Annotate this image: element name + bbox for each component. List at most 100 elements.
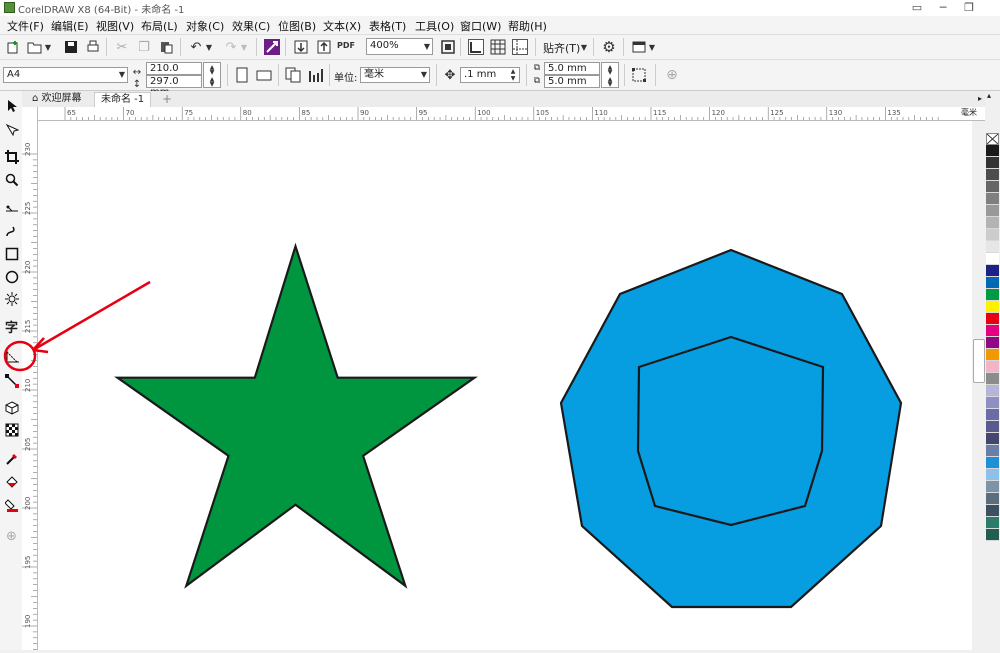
color-swatch[interactable]: [986, 529, 999, 541]
eyedropper-tool-icon[interactable]: [3, 450, 20, 467]
shape-tool-icon[interactable]: [3, 121, 20, 138]
duplicate-distance-y-field[interactable]: 5.0 mm: [544, 75, 600, 88]
vertical-scrollbar[interactable]: [972, 121, 985, 650]
color-swatch[interactable]: [986, 157, 999, 169]
color-swatch[interactable]: [986, 481, 999, 493]
search-content-icon[interactable]: [263, 38, 281, 56]
tab-untitled-1[interactable]: 未命名 -1: [94, 92, 152, 107]
show-rulers-icon[interactable]: [467, 38, 485, 56]
menu-layout[interactable]: 布局(L): [141, 18, 178, 34]
color-swatch[interactable]: [986, 421, 999, 433]
menu-object[interactable]: 对象(C): [186, 18, 224, 34]
menu-effects[interactable]: 效果(C): [232, 18, 270, 34]
undo-dropdown-icon[interactable]: ▼: [204, 38, 214, 56]
color-swatch[interactable]: [986, 325, 999, 337]
green-five-point-star[interactable]: [114, 242, 478, 589]
redo-dropdown-icon[interactable]: ▼: [239, 38, 249, 56]
freehand-tool-icon[interactable]: [3, 199, 20, 216]
landscape-orientation-icon[interactable]: [255, 66, 273, 84]
color-swatch[interactable]: [986, 469, 999, 481]
color-swatch[interactable]: [986, 241, 999, 253]
options-gear-icon[interactable]: ⚙: [600, 38, 618, 56]
menu-tools[interactable]: 工具(O): [415, 18, 454, 34]
duplicate-distance-spinner[interactable]: ▲ ▼ ▲ ▼: [601, 62, 619, 88]
scrollbar-thumb[interactable]: [973, 339, 985, 383]
color-swatch[interactable]: [986, 145, 999, 157]
rectangle-tool-icon[interactable]: [3, 245, 20, 262]
copy-icon[interactable]: ❐: [135, 38, 153, 56]
units-select[interactable]: 毫米 ▼: [360, 67, 430, 83]
color-swatch[interactable]: [986, 289, 999, 301]
application-launcher-icon[interactable]: [630, 38, 648, 56]
cut-icon[interactable]: ✂: [113, 38, 131, 56]
add-icon[interactable]: ⊕: [663, 66, 681, 84]
color-swatch[interactable]: [986, 229, 999, 241]
maximize-button[interactable]: ❐: [956, 0, 982, 16]
treat-as-filled-icon[interactable]: [630, 66, 648, 84]
color-swatch[interactable]: [986, 409, 999, 421]
new-document-icon[interactable]: [4, 38, 22, 56]
restore-icon[interactable]: ▭: [904, 0, 930, 16]
color-swatch[interactable]: [986, 193, 999, 205]
minimize-button[interactable]: ─: [930, 0, 956, 16]
color-swatch[interactable]: [986, 445, 999, 457]
drawing-canvas[interactable]: [38, 121, 985, 650]
color-swatch[interactable]: [986, 361, 999, 373]
snap-dropdown-icon[interactable]: ▼: [579, 38, 589, 56]
current-page-icon[interactable]: [307, 66, 325, 84]
all-pages-icon[interactable]: [284, 66, 302, 84]
print-icon[interactable]: [84, 38, 102, 56]
open-icon[interactable]: [26, 38, 44, 56]
color-swatch[interactable]: [986, 397, 999, 409]
snap-to-menu[interactable]: 贴齐(T): [543, 40, 580, 56]
transparency-tool-icon[interactable]: [3, 421, 20, 438]
pick-tool-icon[interactable]: [3, 97, 20, 114]
horizontal-ruler[interactable]: 65 70 75 80 85 90 95 100 105 110 115 120 125 130 135 毫…: [38, 107, 985, 121]
menu-text[interactable]: 文本(X): [323, 18, 361, 34]
color-swatch[interactable]: [986, 433, 999, 445]
paste-icon[interactable]: [157, 38, 175, 56]
open-recent-dropdown-icon[interactable]: ▼: [43, 38, 53, 56]
redo-icon[interactable]: ↷: [222, 38, 240, 56]
color-swatch[interactable]: [986, 505, 999, 517]
publish-pdf-icon[interactable]: PDF: [337, 36, 355, 54]
no-color-swatch[interactable]: [986, 133, 999, 145]
page-width-field[interactable]: 210.0 mm: [146, 62, 202, 85]
units-dropdown-icon[interactable]: ▼: [421, 68, 427, 82]
launcher-dropdown-icon[interactable]: ▼: [647, 38, 657, 56]
show-guidelines-icon[interactable]: [511, 38, 529, 56]
show-grid-icon[interactable]: [489, 38, 507, 56]
smart-fill-tool-icon[interactable]: [3, 496, 20, 513]
color-swatch[interactable]: [986, 385, 999, 397]
import-icon[interactable]: [292, 38, 310, 56]
color-swatch[interactable]: [986, 253, 999, 265]
add-tool-icon[interactable]: ⊕: [3, 528, 20, 545]
color-swatch[interactable]: [986, 337, 999, 349]
color-swatch[interactable]: [986, 517, 999, 529]
export-icon[interactable]: [315, 38, 333, 56]
undo-icon[interactable]: ↶: [187, 38, 205, 56]
menu-view[interactable]: 视图(V): [96, 18, 134, 34]
zoom-tool-icon[interactable]: [3, 171, 20, 188]
color-swatch[interactable]: [986, 493, 999, 505]
portrait-orientation-icon[interactable]: [233, 66, 251, 84]
color-swatch[interactable]: [986, 277, 999, 289]
menu-window[interactable]: 窗口(W): [460, 18, 501, 34]
color-swatch[interactable]: [986, 349, 999, 361]
full-screen-preview-icon[interactable]: [439, 38, 457, 56]
menu-bitmaps[interactable]: 位图(B): [278, 18, 316, 34]
menu-help[interactable]: 帮助(H): [508, 18, 547, 34]
save-icon[interactable]: [62, 38, 80, 56]
page-size-dropdown-icon[interactable]: ▼: [119, 68, 125, 82]
page-height-field[interactable]: 297.0 mm: [146, 75, 202, 98]
nudge-distance-field[interactable]: .1 mm ▲ ▼: [460, 67, 520, 83]
page-size-spinner[interactable]: ▲ ▼ ▲ ▼: [203, 62, 221, 88]
duplicate-distance-x-field[interactable]: 5.0 mm: [544, 62, 600, 75]
spin-down-icon[interactable]: ▼: [508, 76, 518, 82]
color-swatch[interactable]: [986, 169, 999, 181]
color-swatch[interactable]: [986, 301, 999, 313]
palette-scroll-up-icon[interactable]: ▴: [987, 91, 991, 100]
menu-file[interactable]: 文件(F): [7, 18, 44, 34]
color-swatch[interactable]: [986, 457, 999, 469]
interactive-fill-tool-icon[interactable]: [3, 473, 20, 490]
